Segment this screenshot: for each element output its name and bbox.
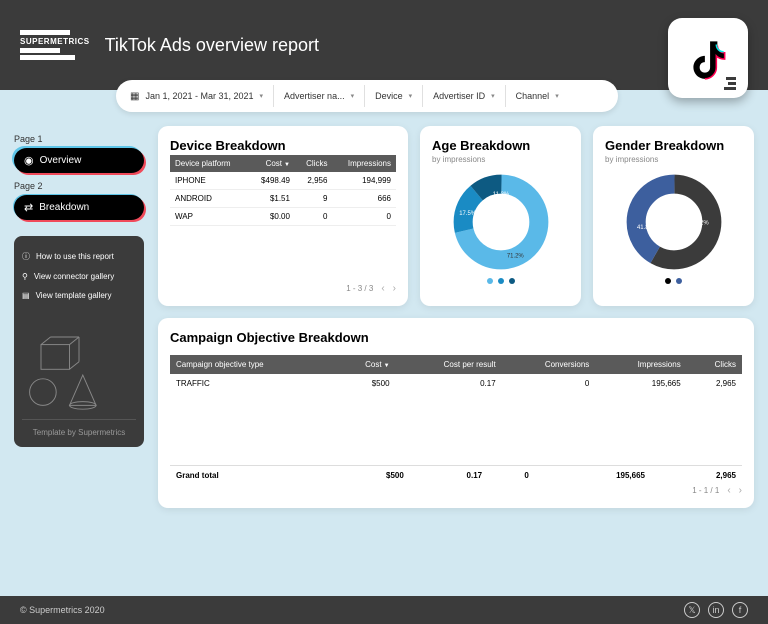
device-table: Device platform Cost▼ Clicks Impressions…	[170, 155, 396, 226]
copyright: © Supermetrics 2020	[20, 605, 105, 615]
breakdown-icon: ⇄	[24, 201, 33, 214]
table-header: Device platform Cost▼ Clicks Impressions	[170, 155, 396, 172]
card-title: Gender Breakdown	[605, 138, 742, 153]
info-icon: ⓘ	[22, 251, 30, 262]
svg-text:71.2%: 71.2%	[506, 254, 524, 260]
gender-donut-chart: 41.8% 58.2%	[624, 172, 724, 272]
card-title: Age Breakdown	[432, 138, 569, 153]
facebook-icon[interactable]: f	[732, 602, 748, 618]
device-breakdown-card: Device Breakdown Device platform Cost▼ C…	[158, 126, 408, 306]
grand-total-row: Grand total$5000.170195,6652,965	[170, 466, 742, 486]
filter-bar: ▦Jan 1, 2021 - Mar 31, 2021▾ Advertiser …	[116, 80, 618, 112]
card-subtitle: by impressions	[605, 155, 742, 164]
nav-overview[interactable]: ◉Overview	[14, 148, 144, 173]
plug-icon: ⚲	[22, 272, 28, 281]
table-header: Campaign objective type Cost▼ Cost per r…	[170, 355, 742, 374]
template-by: Template by Supermetrics	[22, 419, 136, 437]
grid-icon: ▤	[22, 291, 30, 300]
sidebar: Page 1 ◉Overview Page 2 ⇄Breakdown ⓘHow …	[14, 126, 144, 508]
page2-label: Page 2	[14, 181, 144, 191]
prev-page[interactable]: ‹	[727, 485, 730, 496]
campaign-breakdown-card: Campaign Objective Breakdown Campaign ob…	[158, 318, 754, 508]
campaign-pager: 1 - 1 / 1‹›	[170, 485, 742, 496]
filter-advertiser-id[interactable]: Advertiser ID▾	[423, 85, 506, 107]
footer: © Supermetrics 2020 𝕏 in f	[0, 596, 768, 624]
filter-channel[interactable]: Channel▾	[506, 85, 569, 107]
overview-icon: ◉	[24, 154, 34, 167]
table-row: WAP$0.0000	[170, 208, 396, 226]
help-template[interactable]: ▤View template gallery	[22, 286, 136, 305]
legend-dots	[432, 278, 569, 284]
chevron-down-icon: ▾	[555, 92, 559, 100]
table-row: ANDROID$1.519666	[170, 190, 396, 208]
filter-device[interactable]: Device▾	[365, 85, 423, 107]
table-row: TRAFFIC$5000.170195,6652,965	[170, 374, 742, 393]
help-box: ⓘHow to use this report ⚲View connector …	[14, 236, 144, 447]
main-content: Device Breakdown Device platform Cost▼ C…	[158, 126, 754, 508]
sort-desc-icon[interactable]: ▼	[284, 162, 290, 168]
svg-text:41.8%: 41.8%	[637, 225, 655, 231]
header: SUPERMETRICS TikTok Ads overview report	[0, 0, 768, 90]
next-page[interactable]: ›	[393, 283, 396, 294]
filter-date-range[interactable]: ▦Jan 1, 2021 - Mar 31, 2021▾	[120, 85, 274, 107]
social-links: 𝕏 in f	[684, 602, 748, 618]
table-row: IPHONE$498.492,956194,999	[170, 172, 396, 190]
twitter-icon[interactable]: 𝕏	[684, 602, 700, 618]
chevron-down-icon: ▾	[409, 92, 413, 100]
sort-desc-icon[interactable]: ▼	[384, 363, 390, 369]
svg-text:17.5%: 17.5%	[459, 211, 477, 217]
help-howto[interactable]: ⓘHow to use this report	[22, 246, 136, 267]
help-connector[interactable]: ⚲View connector gallery	[22, 267, 136, 286]
next-page[interactable]: ›	[739, 485, 742, 496]
chevron-down-icon: ▾	[491, 92, 495, 100]
campaign-table: Campaign objective type Cost▼ Cost per r…	[170, 355, 742, 393]
age-donut-chart: 11.3% 17.5% 71.2%	[451, 172, 551, 272]
page-title: TikTok Ads overview report	[105, 35, 319, 56]
linkedin-icon[interactable]: in	[708, 602, 724, 618]
nav-breakdown[interactable]: ⇄Breakdown	[14, 195, 144, 220]
card-subtitle: by impressions	[432, 155, 569, 164]
campaign-total: Grand total$5000.170195,6652,965	[170, 465, 742, 485]
brand-logo: SUPERMETRICS	[20, 30, 90, 60]
age-breakdown-card: Age Breakdown by impressions 11.3% 17.5%…	[420, 126, 581, 306]
calendar-icon: ▦	[130, 91, 139, 102]
card-title: Campaign Objective Breakdown	[170, 330, 742, 345]
decorative-shapes	[22, 335, 136, 415]
svg-text:58.2%: 58.2%	[691, 220, 709, 226]
filter-advertiser-name[interactable]: Advertiser na...▾	[274, 85, 365, 107]
legend-dots	[605, 278, 742, 284]
svg-text:11.3%: 11.3%	[492, 192, 509, 198]
page1-label: Page 1	[14, 134, 144, 144]
tiktok-icon	[668, 18, 748, 98]
chevron-down-icon: ▾	[351, 92, 355, 100]
gender-breakdown-card: Gender Breakdown by impressions 41.8% 58…	[593, 126, 754, 306]
card-title: Device Breakdown	[170, 138, 396, 153]
chevron-down-icon: ▾	[260, 92, 264, 100]
device-pager: 1 - 3 / 3‹›	[170, 283, 396, 294]
prev-page[interactable]: ‹	[381, 283, 384, 294]
